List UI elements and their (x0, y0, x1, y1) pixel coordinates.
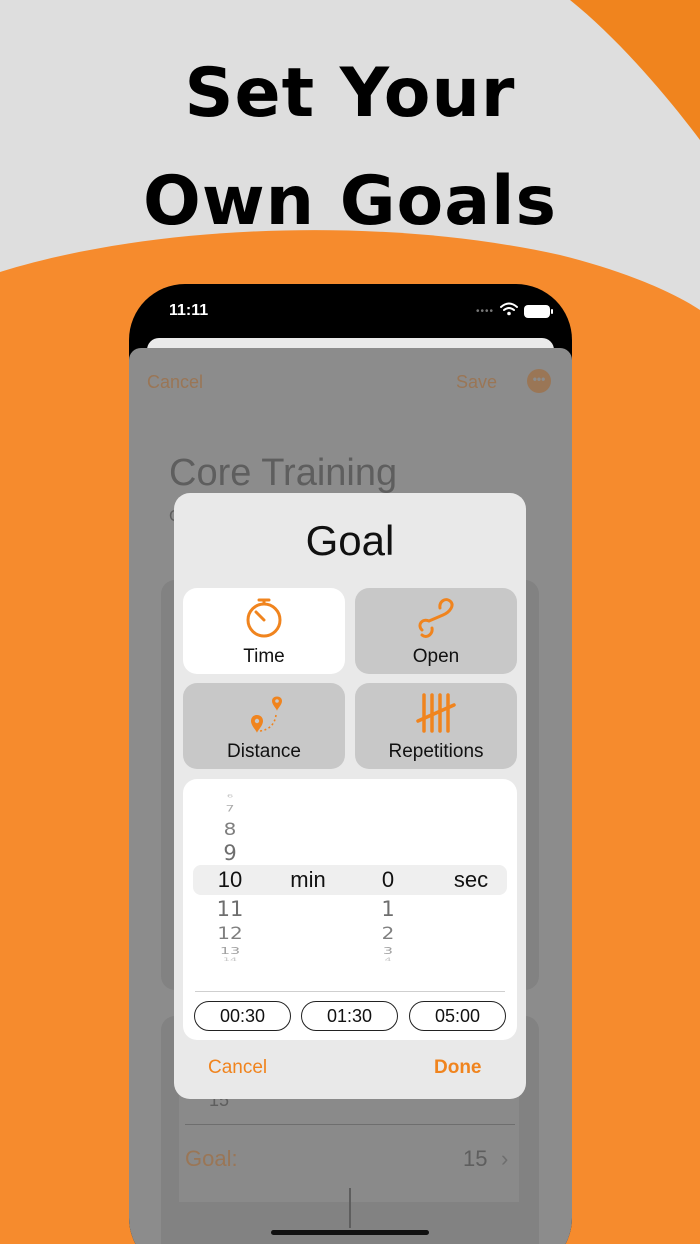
wifi-icon (500, 302, 518, 321)
second-option[interactable]: 1 (358, 897, 418, 921)
second-option[interactable]: 4 (358, 957, 418, 962)
sheet-cancel-button[interactable]: Cancel (147, 372, 203, 393)
second-option[interactable]: 2 (358, 923, 418, 943)
minute-selected[interactable]: 10 (200, 867, 260, 893)
divider (185, 1124, 515, 1125)
battery-icon (524, 305, 553, 318)
minute-option[interactable]: 7 (200, 804, 260, 814)
headline-line-1: Set Your (184, 54, 516, 133)
minute-option[interactable]: 14 (200, 957, 260, 962)
dialog-done-button[interactable]: Done (434, 1057, 482, 1079)
minute-option[interactable]: 13 (200, 945, 260, 956)
tally-icon (416, 693, 456, 733)
goal-option-repetitions[interactable]: Repetitions (355, 683, 517, 769)
home-indicator (271, 1230, 429, 1235)
minute-option[interactable]: 6 (200, 794, 260, 799)
goal-option-time-label: Time (243, 646, 285, 667)
goal-row-value: 15 (463, 1146, 488, 1171)
minute-option[interactable]: 8 (200, 819, 260, 839)
minute-option[interactable]: 9 (200, 841, 260, 865)
stopwatch-icon (246, 598, 282, 638)
map-pins-icon (251, 696, 282, 733)
preset-button[interactable]: 05:00 (409, 1001, 506, 1031)
goal-option-open-label: Open (412, 646, 460, 667)
workout-title: Core Training (169, 452, 398, 494)
preset-button[interactable]: 01:30 (301, 1001, 398, 1031)
preset-divider (195, 991, 505, 992)
sheet-save-button[interactable]: Save (456, 372, 497, 393)
goal-option-open[interactable]: Open (355, 588, 517, 674)
status-icons: •••• (475, 302, 553, 321)
minute-option[interactable]: 12 (200, 923, 260, 943)
headline-line-2: Own Goals (143, 162, 557, 241)
goal-option-repetitions-label: Repetitions (388, 741, 484, 762)
signal-dots-icon: •••• (475, 306, 494, 317)
minute-option[interactable]: 11 (200, 897, 260, 921)
goal-dialog: Goal Time Open Distance Repetitions 6 7 … (174, 493, 526, 1099)
drag-line (349, 1188, 351, 1228)
goal-option-time[interactable]: Time (183, 588, 345, 674)
infinity-icon (418, 598, 454, 638)
second-selected[interactable]: 0 (358, 867, 418, 893)
minute-unit: min (290, 867, 326, 892)
preset-button[interactable]: 00:30 (194, 1001, 291, 1031)
second-option[interactable]: 3 (358, 945, 418, 956)
dialog-title: Goal (305, 517, 395, 564)
time-picker[interactable]: 6 7 8 9 10 min 11 12 13 14 0 sec 1 2 3 4… (183, 779, 517, 1040)
chevron-right-icon: › (501, 1146, 509, 1171)
goal-option-distance-label: Distance (227, 741, 301, 762)
status-time: 11:11 (169, 302, 209, 319)
goal-row-label[interactable]: Goal: (185, 1146, 238, 1172)
headline: Set Your Own Goals (0, 40, 700, 256)
goal-option-distance[interactable]: Distance (183, 683, 345, 769)
dialog-cancel-button[interactable]: Cancel (208, 1057, 267, 1079)
second-unit: sec (453, 867, 489, 892)
ellipsis-icon[interactable]: ••• (527, 369, 551, 393)
